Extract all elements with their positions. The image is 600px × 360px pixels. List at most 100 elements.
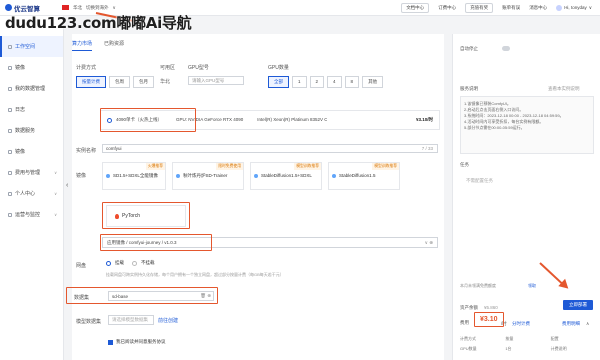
disk-unmount[interactable]: 不挂载 xyxy=(141,260,155,266)
image-icon xyxy=(8,65,12,70)
billing-monthly[interactable]: 包月 xyxy=(133,76,154,88)
price-label: 费用 xyxy=(460,320,469,325)
user-name: Hi, tonyday xyxy=(564,5,587,10)
image-name: StableDiffusion1.5+SDXL xyxy=(261,173,312,178)
image-tag: 火爆推荐 xyxy=(145,163,165,170)
workspace-icon xyxy=(8,44,12,49)
disk-mount[interactable]: 挂载 xyxy=(115,260,124,266)
chevron-down-icon: ∨ xyxy=(54,191,57,196)
gpu-count-other[interactable]: 其他 xyxy=(362,76,384,88)
gpu-count-1[interactable]: 1 xyxy=(292,76,307,88)
balance-value: ¥5.860 xyxy=(484,305,498,310)
chevron-up-icon[interactable]: ∧ xyxy=(586,321,589,327)
summary-grid: 计费方式 按量 配置 GPU数量 1台 计费说明 xyxy=(460,336,596,352)
tab-purchased[interactable]: 已购资源 xyxy=(104,40,124,51)
billing-icon xyxy=(8,170,12,175)
instance-label: 实例名称 xyxy=(76,148,97,154)
zone-label: 可用区 xyxy=(160,65,176,71)
image-card-1[interactable]: 火爆推荐 SD1.5+SDXL全能镜像 xyxy=(102,162,166,190)
image-icon xyxy=(176,174,180,178)
highlight-dataset xyxy=(66,287,218,304)
image-icon xyxy=(106,174,110,178)
disk-mount-radio[interactable] xyxy=(106,260,111,266)
gpu-model-input[interactable]: 请输入GPU型号 xyxy=(188,76,244,85)
sidebar-item-data-service[interactable]: 数据服务 xyxy=(0,120,63,141)
summary-cell: 按量 xyxy=(505,336,514,341)
balance-label: 资产余额 xyxy=(460,305,478,310)
chevron-left-icon[interactable]: ‹ xyxy=(66,182,68,189)
model-dataset-select[interactable]: 请选择模型数据集 xyxy=(108,315,154,325)
detail-link[interactable]: 费用明细 xyxy=(562,321,580,327)
disk-options: 挂载 不挂载 xyxy=(106,260,155,266)
gpu-count-4[interactable]: 4 xyxy=(327,76,342,88)
desc-link[interactable]: 查看本实例说明 xyxy=(548,86,580,92)
avatar xyxy=(556,4,563,11)
nav-messages[interactable]: 消息中心 xyxy=(529,5,547,11)
agree-checkbox[interactable]: 我已阅读并同意服务协议 xyxy=(108,339,166,345)
billing-weekly[interactable]: 包周 xyxy=(109,76,130,88)
sidebar-item-profile[interactable]: 个人中心 ∨ xyxy=(0,183,63,204)
image-card-3[interactable]: 模型训练推荐 StableDiffusion1.5+SDXL xyxy=(250,162,322,190)
gpu-count-label: GPU数量 xyxy=(268,65,289,71)
instance-input[interactable]: comfyui 7 / 33 xyxy=(102,144,438,153)
tasks-empty: 不需配置任务 xyxy=(466,178,493,183)
sidebar-item-image-2[interactable]: 镜像 xyxy=(0,141,63,162)
chevron-down-icon: ∨ xyxy=(112,4,116,10)
image-card-2[interactable]: 限时免费使用 秋叶炼丹炉SD-Trainer xyxy=(172,162,244,190)
sidebar-item-workspace[interactable]: 工作空间 xyxy=(0,36,63,57)
zone-value[interactable]: 华北 xyxy=(160,78,170,85)
disk-unmount-radio[interactable] xyxy=(132,260,137,266)
status-link[interactable]: 领取 xyxy=(528,283,536,289)
deploy-button[interactable]: 立即部署 xyxy=(563,300,593,310)
sidebar-item-monitor[interactable]: 运营与监控 ∨ xyxy=(0,204,63,225)
user-menu[interactable]: Hi, tonyday ∨ xyxy=(556,4,592,11)
disk-hint: 挂载网盘可跨实例持久化存储，每个用户拥有一个独立网盘，超过部分按量计费（每GB每… xyxy=(106,272,284,277)
gpu-count-8[interactable]: 8 xyxy=(344,76,360,88)
price-link[interactable]: 分时计费 xyxy=(512,321,530,327)
recharge-button[interactable]: 充值有奖 xyxy=(465,2,494,13)
region-selector[interactable]: 华北 切换到海外 ∨ xyxy=(62,5,120,11)
chevron-down-icon: ∨ xyxy=(588,4,592,10)
sidebar-item-image[interactable]: 镜像 xyxy=(0,57,63,78)
china-flag-icon xyxy=(62,5,69,10)
sidebar-item-billing[interactable]: 费用与管理 ∨ xyxy=(0,162,63,183)
billing-options: 按量计费 包周 包月 xyxy=(76,76,157,88)
image-tag: 模型训练推荐 xyxy=(294,163,321,170)
summary-cell: GPU数量 xyxy=(460,346,477,351)
instance-count: 7 / 33 xyxy=(421,146,433,151)
gpu-model-label: GPU型号 xyxy=(188,65,209,71)
summary-cell: 计费说明 xyxy=(550,346,567,351)
sidebar: 工作空间 镜像 我的数据管理 日志 数据服务 镜像 费用与管理 ∨ 个人中心 ∨ 运… xyxy=(0,16,64,360)
sidebar-item-data-manage[interactable]: 我的数据管理 xyxy=(0,78,63,99)
gpu-count-2[interactable]: 2 xyxy=(309,76,325,88)
nav-bills[interactable]: 账单有误 xyxy=(502,5,520,11)
image-card-4[interactable]: 模型训练推荐 StableDiffusion1.5 xyxy=(328,162,400,190)
model-dataset-label: 模型数据集 xyxy=(76,319,102,325)
billing-hourly[interactable]: 按量计费 xyxy=(76,76,106,88)
cpu-spec: Intel(R) Xeon(R) Platinum 8352V CPU @ 2.… xyxy=(257,117,328,122)
user-icon xyxy=(8,191,12,196)
region-switch[interactable]: 切换到海外 xyxy=(86,5,109,11)
doc-center-button[interactable]: 文档中心 xyxy=(401,2,430,13)
image-name: SD1.5+SDXL全能镜像 xyxy=(113,173,158,178)
logo[interactable]: 优云智算 xyxy=(5,3,60,13)
nav-billing[interactable]: 订费中心 xyxy=(438,5,456,11)
image-name: StableDiffusion1.5 xyxy=(339,173,376,178)
tab-bar: 算力市场 已购资源 xyxy=(72,40,124,51)
image-path-actions[interactable]: ∨ ⊕ xyxy=(425,240,433,246)
status-note: 本月未领满免费额度 xyxy=(460,283,496,288)
gpu-price: ¥3.10/时 xyxy=(415,117,433,122)
chevron-down-icon: ∨ xyxy=(54,170,57,175)
sidebar-item-logs[interactable]: 日志 xyxy=(0,99,63,120)
highlight-price xyxy=(474,312,504,327)
gpu-count-options: 全部 1 2 4 8 其他 xyxy=(268,76,386,88)
billing-label: 计费方式 xyxy=(76,65,97,71)
image-icon xyxy=(8,149,12,154)
model-create-link[interactable]: 前往创建 xyxy=(158,317,178,324)
monitor-icon xyxy=(8,212,12,217)
auto-stop-toggle[interactable] xyxy=(502,46,510,51)
chevron-down-icon: ∨ xyxy=(54,212,57,217)
gpu-count-all[interactable]: 全部 xyxy=(268,76,289,88)
logo-text: 优云智算 xyxy=(14,5,40,13)
tab-market[interactable]: 算力市场 xyxy=(72,40,93,51)
